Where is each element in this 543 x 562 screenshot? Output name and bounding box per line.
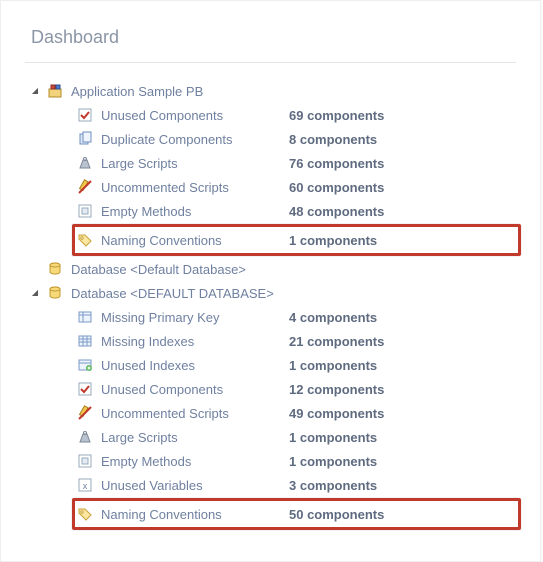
tree-item[interactable]: Unused Components 69 components <box>77 103 516 127</box>
item-value: 60 components <box>289 180 384 195</box>
separator <box>25 62 516 63</box>
app-icon <box>47 83 63 99</box>
item-label: Uncommented Scripts <box>101 406 281 421</box>
item-value: 1 components <box>289 430 377 445</box>
group-label: Application Sample PB <box>69 84 203 99</box>
item-label: Duplicate Components <box>101 132 281 147</box>
group-children: Unused Components 69 components Duplicate … <box>77 103 516 256</box>
primary-key-icon <box>77 309 93 325</box>
large-scripts-icon <box>77 429 93 445</box>
tree-item[interactable]: Unused Components 12 components <box>77 377 516 401</box>
item-value: 48 components <box>289 204 384 219</box>
tree-item[interactable]: Duplicate Components 8 components <box>77 127 516 151</box>
tree-item[interactable]: Empty Methods 48 components <box>77 199 516 223</box>
group-children: Missing Primary Key 4 components Missing I… <box>77 305 516 530</box>
tag-icon <box>77 232 93 248</box>
item-label: Unused Indexes <box>101 358 281 373</box>
group-label: Database <DEFAULT DATABASE> <box>69 286 274 301</box>
tree-item[interactable]: Uncommented Scripts 60 components <box>77 175 516 199</box>
missing-indexes-icon <box>77 333 93 349</box>
item-value: 1 components <box>289 454 377 469</box>
unused-indexes-icon <box>77 357 93 373</box>
group-label: Database <Default Database> <box>69 262 246 277</box>
item-label: Naming Conventions <box>101 507 281 522</box>
tree-item[interactable]: Missing Primary Key 4 components <box>77 305 516 329</box>
item-value: 4 components <box>289 310 377 325</box>
tree-group-header[interactable]: ▶Database <Default Database> <box>29 257 516 281</box>
tag-icon <box>77 506 93 522</box>
item-label: Large Scripts <box>101 156 281 171</box>
item-value: 69 components <box>289 108 384 123</box>
item-value: 76 components <box>289 156 384 171</box>
uncommented-scripts-icon <box>77 179 93 195</box>
db-icon <box>47 261 63 277</box>
empty-methods-icon <box>77 203 93 219</box>
item-value: 1 components <box>289 358 377 373</box>
tree-item[interactable]: Naming Conventions 50 components <box>72 498 521 530</box>
dashboard-panel: Dashboard ◢ Application Sample PB Unused C… <box>0 0 541 562</box>
duplicate-components-icon <box>77 131 93 147</box>
uncommented-scripts-icon <box>77 405 93 421</box>
page-title: Dashboard <box>31 27 516 48</box>
unused-components-icon <box>77 381 93 397</box>
item-value: 49 components <box>289 406 384 421</box>
tree-item[interactable]: Unused Variables 3 components <box>77 473 516 497</box>
item-value: 8 components <box>289 132 377 147</box>
tree-item[interactable]: Unused Indexes 1 components <box>77 353 516 377</box>
tree-item[interactable]: Empty Methods 1 components <box>77 449 516 473</box>
chevron-down-icon[interactable]: ◢ <box>29 84 41 96</box>
item-label: Empty Methods <box>101 204 281 219</box>
item-label: Missing Indexes <box>101 334 281 349</box>
item-value: 21 components <box>289 334 384 349</box>
item-value: 50 components <box>289 507 384 522</box>
item-label: Uncommented Scripts <box>101 180 281 195</box>
item-value: 12 components <box>289 382 384 397</box>
item-label: Unused Components <box>101 108 281 123</box>
tree-item[interactable]: Large Scripts 1 components <box>77 425 516 449</box>
item-label: Missing Primary Key <box>101 310 281 325</box>
tree-group-header[interactable]: ◢ Application Sample PB <box>29 79 516 103</box>
unused-variables-icon <box>77 477 93 493</box>
item-label: Unused Variables <box>101 478 281 493</box>
tree-group-header[interactable]: ◢ Database <DEFAULT DATABASE> <box>29 281 516 305</box>
tree-item[interactable]: Uncommented Scripts 49 components <box>77 401 516 425</box>
db-icon <box>47 285 63 301</box>
item-label: Large Scripts <box>101 430 281 445</box>
item-value: 3 components <box>289 478 377 493</box>
unused-components-icon <box>77 107 93 123</box>
tree-item[interactable]: Missing Indexes 21 components <box>77 329 516 353</box>
large-scripts-icon <box>77 155 93 171</box>
tree-item[interactable]: Naming Conventions 1 components <box>72 224 521 256</box>
item-label: Unused Components <box>101 382 281 397</box>
item-label: Naming Conventions <box>101 233 281 248</box>
tree-item[interactable]: Large Scripts 76 components <box>77 151 516 175</box>
item-value: 1 components <box>289 233 377 248</box>
dashboard-tree: ◢ Application Sample PB Unused Components 6… <box>29 79 516 530</box>
item-label: Empty Methods <box>101 454 281 469</box>
empty-methods-icon <box>77 453 93 469</box>
chevron-down-icon[interactable]: ◢ <box>29 286 41 298</box>
